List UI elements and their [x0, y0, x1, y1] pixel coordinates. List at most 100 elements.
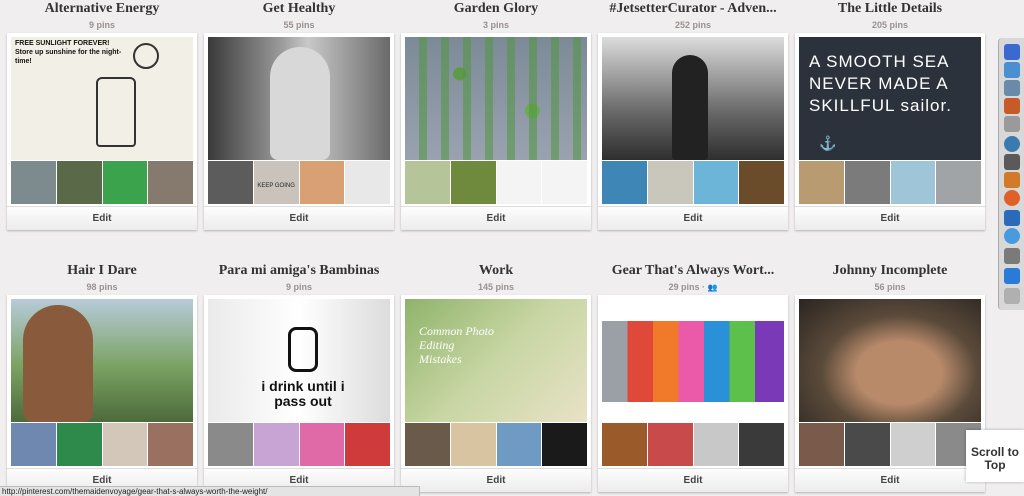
board-title[interactable]: Garden Glory: [401, 0, 591, 18]
thumbnail[interactable]: [299, 161, 345, 204]
thumbnail[interactable]: [11, 423, 56, 466]
app-icon[interactable]: [1004, 248, 1020, 264]
board-card[interactable]: Edit: [598, 295, 788, 492]
thumbnail[interactable]: [602, 161, 647, 204]
thumbnail[interactable]: [102, 423, 148, 466]
board-card[interactable]: Edit: [7, 295, 197, 492]
thumbnail[interactable]: [799, 161, 844, 204]
thumbnail[interactable]: [208, 161, 253, 204]
board-pin-count: 98 pins: [86, 282, 118, 292]
app-icon[interactable]: [1004, 172, 1020, 188]
board-title[interactable]: Alternative Energy: [7, 0, 197, 18]
board-title[interactable]: Para mi amiga's Bambinas: [204, 262, 394, 280]
board-pin-count: 29 pins · 👥: [598, 280, 788, 294]
app-icon[interactable]: [1004, 228, 1020, 244]
board-card[interactable]: Edit: [795, 295, 985, 492]
thumbnail[interactable]: [890, 423, 936, 466]
board-thumbnails: [799, 161, 981, 204]
board-title[interactable]: Work: [401, 262, 591, 280]
thumbnail[interactable]: [890, 161, 936, 204]
thumbnail[interactable]: [148, 161, 193, 204]
thumbnail[interactable]: [844, 161, 890, 204]
thumbnail[interactable]: [345, 161, 390, 204]
board-cover-image[interactable]: [208, 37, 390, 160]
board-title[interactable]: Gear That's Always Wort...: [598, 262, 788, 280]
thumbnail[interactable]: [693, 423, 739, 466]
board-title[interactable]: Get Healthy: [204, 0, 394, 18]
edit-board-button[interactable]: Edit: [795, 468, 985, 492]
thumbnail[interactable]: [739, 423, 784, 466]
board-title[interactable]: Johnny Incomplete: [795, 262, 985, 280]
board-cover-image[interactable]: i drink until i pass out: [208, 299, 390, 422]
board-cover-image[interactable]: Common Photo Editing Mistakes: [405, 299, 587, 422]
app-icon[interactable]: [1004, 136, 1020, 152]
thumbnail[interactable]: [405, 161, 450, 204]
cover-bottom-band: [602, 402, 784, 422]
app-store-icon[interactable]: [1004, 268, 1020, 284]
board-cover-image[interactable]: [405, 37, 587, 160]
thumbnail[interactable]: [739, 161, 784, 204]
thumbnail[interactable]: [693, 161, 739, 204]
thumbnail[interactable]: KEEP GOING: [253, 161, 299, 204]
board-alternative-energy: Alternative Energy 9 pins FREE SUNLIGHT …: [7, 0, 197, 230]
app-icon[interactable]: [1004, 154, 1020, 170]
edit-board-button[interactable]: Edit: [598, 468, 788, 492]
edit-board-button[interactable]: Edit: [204, 206, 394, 230]
thumbnail[interactable]: [799, 423, 844, 466]
edit-board-button[interactable]: Edit: [401, 206, 591, 230]
thumbnail[interactable]: [405, 423, 450, 466]
thumbnail[interactable]: [56, 423, 102, 466]
board-thumbnails: [602, 423, 784, 466]
thumbnail[interactable]: [56, 161, 102, 204]
thumbnail[interactable]: [102, 161, 148, 204]
board-title[interactable]: Hair I Dare: [7, 262, 197, 280]
thumbnail[interactable]: [542, 423, 587, 466]
finder-icon[interactable]: [1004, 44, 1020, 60]
app-icon[interactable]: [1004, 210, 1020, 226]
thumbnail[interactable]: [208, 423, 253, 466]
thumbnail[interactable]: [11, 161, 56, 204]
scroll-to-top-button[interactable]: Scroll to Top: [966, 430, 1024, 482]
edit-board-button[interactable]: Edit: [401, 468, 591, 492]
board-card[interactable]: i drink until i pass out Edit: [204, 295, 394, 492]
firefox-icon[interactable]: [1004, 190, 1020, 206]
app-icon[interactable]: [1004, 288, 1020, 304]
thumbnail[interactable]: [936, 161, 981, 204]
edit-board-button[interactable]: Edit: [598, 206, 788, 230]
thumbnail[interactable]: [496, 423, 542, 466]
board-card[interactable]: Common Photo Editing Mistakes Edit: [401, 295, 591, 492]
thumbnail[interactable]: [602, 423, 647, 466]
thumbnail[interactable]: [253, 423, 299, 466]
thumbnail[interactable]: [299, 423, 345, 466]
thumbnail[interactable]: [148, 423, 193, 466]
edit-board-button[interactable]: Edit: [7, 206, 197, 230]
board-cover-image[interactable]: [602, 37, 784, 160]
app-icon[interactable]: [1004, 98, 1020, 114]
edit-board-button[interactable]: Edit: [795, 206, 985, 230]
board-cover-image[interactable]: A SMOOTH SEA NEVER MADE A SKILLFUL sailo…: [799, 37, 981, 160]
thumbnail[interactable]: [450, 423, 496, 466]
app-icon[interactable]: [1004, 62, 1020, 78]
thumbnail[interactable]: [647, 161, 693, 204]
board-pin-count: 55 pins: [283, 20, 315, 30]
board-card[interactable]: Edit: [401, 33, 591, 230]
board-card[interactable]: KEEP GOING Edit: [204, 33, 394, 230]
thumbnail[interactable]: [844, 423, 890, 466]
app-icon[interactable]: [1004, 80, 1020, 96]
board-title[interactable]: #JetsetterCurator - Adven...: [598, 0, 788, 18]
board-pin-count: 9 pins: [285, 282, 312, 292]
bottle-drawing: [288, 327, 318, 372]
board-cover-image[interactable]: [799, 299, 981, 422]
board-title[interactable]: The Little Details: [795, 0, 985, 18]
board-card[interactable]: A SMOOTH SEA NEVER MADE A SKILLFUL sailo…: [795, 33, 985, 230]
thumbnail[interactable]: [450, 161, 496, 204]
board-cover-image[interactable]: [11, 299, 193, 422]
group-board-icon: 👥: [707, 283, 718, 292]
board-cover-image[interactable]: [602, 299, 784, 422]
board-card[interactable]: FREE SUNLIGHT FOREVER! Store up sunshine…: [7, 33, 197, 230]
board-cover-image[interactable]: FREE SUNLIGHT FOREVER! Store up sunshine…: [11, 37, 193, 160]
board-card[interactable]: Edit: [598, 33, 788, 230]
thumbnail[interactable]: [345, 423, 390, 466]
thumbnail[interactable]: [647, 423, 693, 466]
app-icon[interactable]: [1004, 116, 1020, 132]
